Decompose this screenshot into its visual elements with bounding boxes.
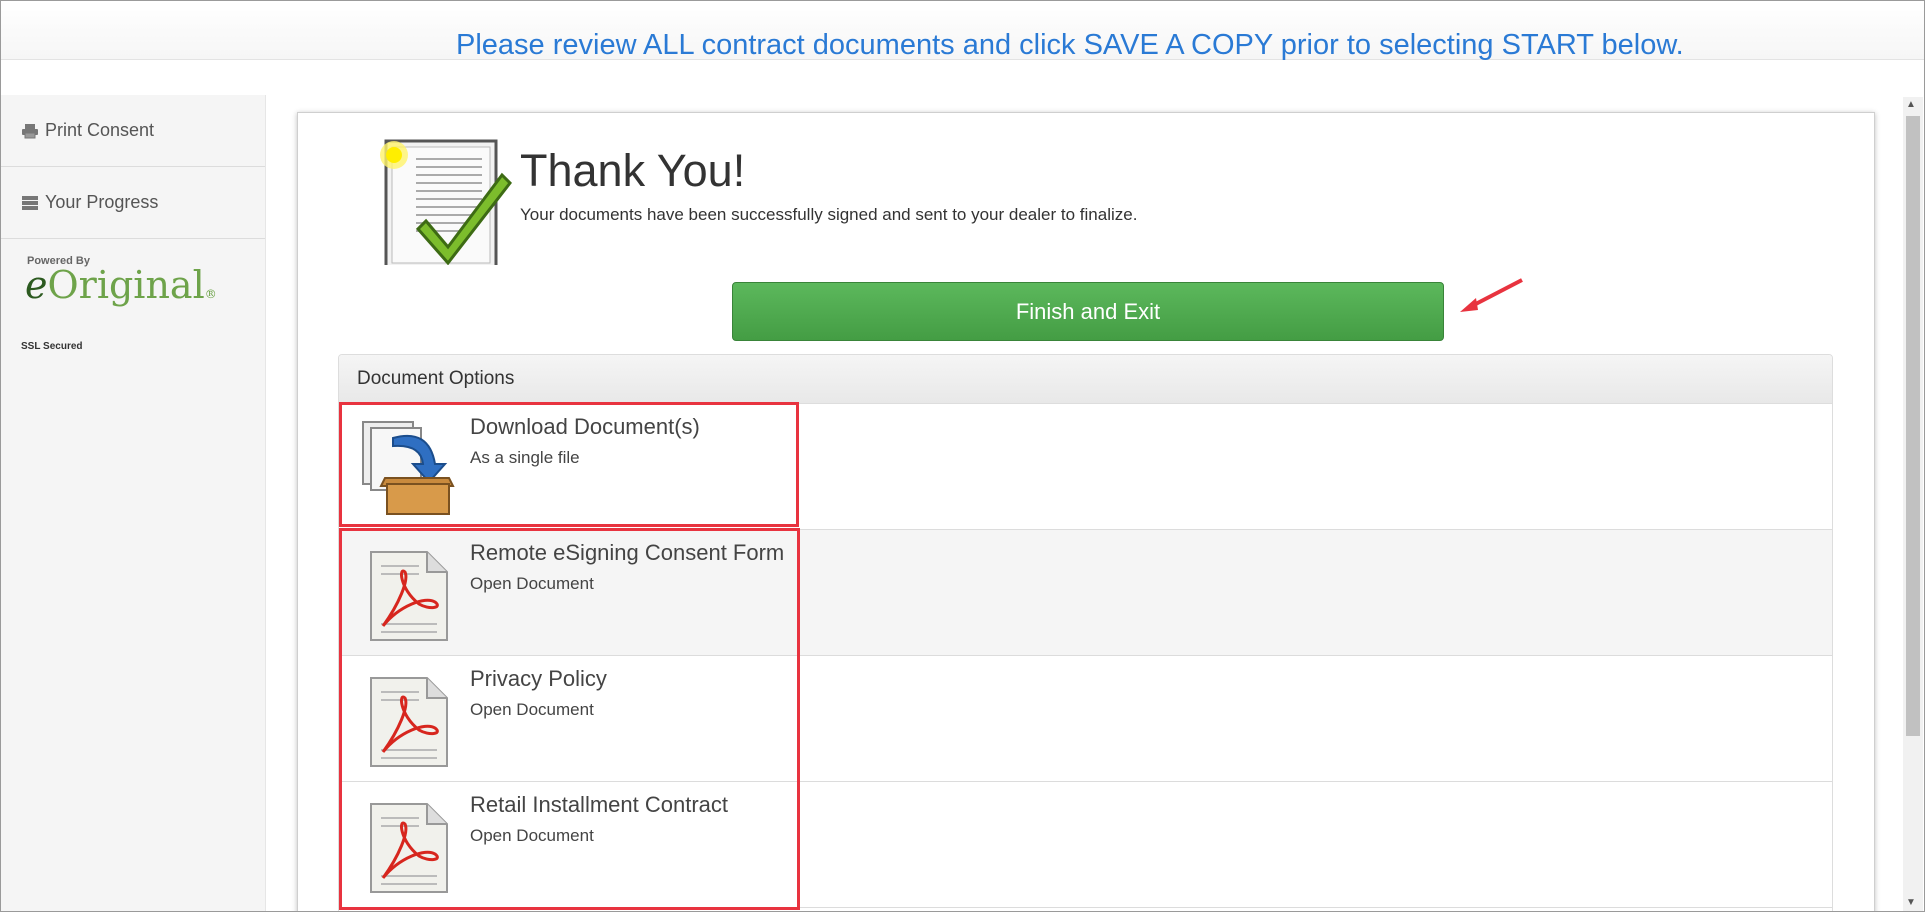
page-title: Thank You! — [520, 145, 746, 196]
instruction-banner: Please review ALL contract documents and… — [456, 29, 1684, 61]
scrollbar-thumb[interactable] — [1906, 116, 1920, 736]
ssl-secured-label: SSL Secured — [21, 341, 83, 352]
document-checkmark-icon — [372, 135, 512, 271]
sidebar-item-print-consent[interactable]: Print Consent — [1, 95, 265, 167]
eoriginal-logo: eOriginal® — [25, 263, 217, 307]
scroll-down-icon[interactable]: ▼ — [1906, 897, 1916, 908]
highlight-box-documents — [339, 528, 800, 910]
red-arrow-icon — [1460, 278, 1523, 312]
printer-icon — [21, 122, 39, 140]
sidebar-item-label: Print Consent — [45, 120, 155, 140]
panel-heading: Document Options — [339, 355, 1832, 404]
scroll-up-icon[interactable]: ▲ — [1906, 99, 1916, 110]
finish-and-exit-button[interactable]: Finish and Exit — [732, 282, 1444, 341]
sidebar-item-label: Your Progress — [45, 192, 159, 212]
page-subtitle: Your documents have been successfully si… — [520, 205, 1138, 224]
sidebar-item-your-progress[interactable]: Your Progress — [1, 167, 265, 239]
highlight-box-download — [339, 402, 799, 527]
sidebar: Print Consent Your Progress Powered By e… — [1, 95, 266, 911]
browser-window: Please review ALL contract documents and… — [0, 0, 1925, 912]
list-icon — [21, 194, 39, 212]
